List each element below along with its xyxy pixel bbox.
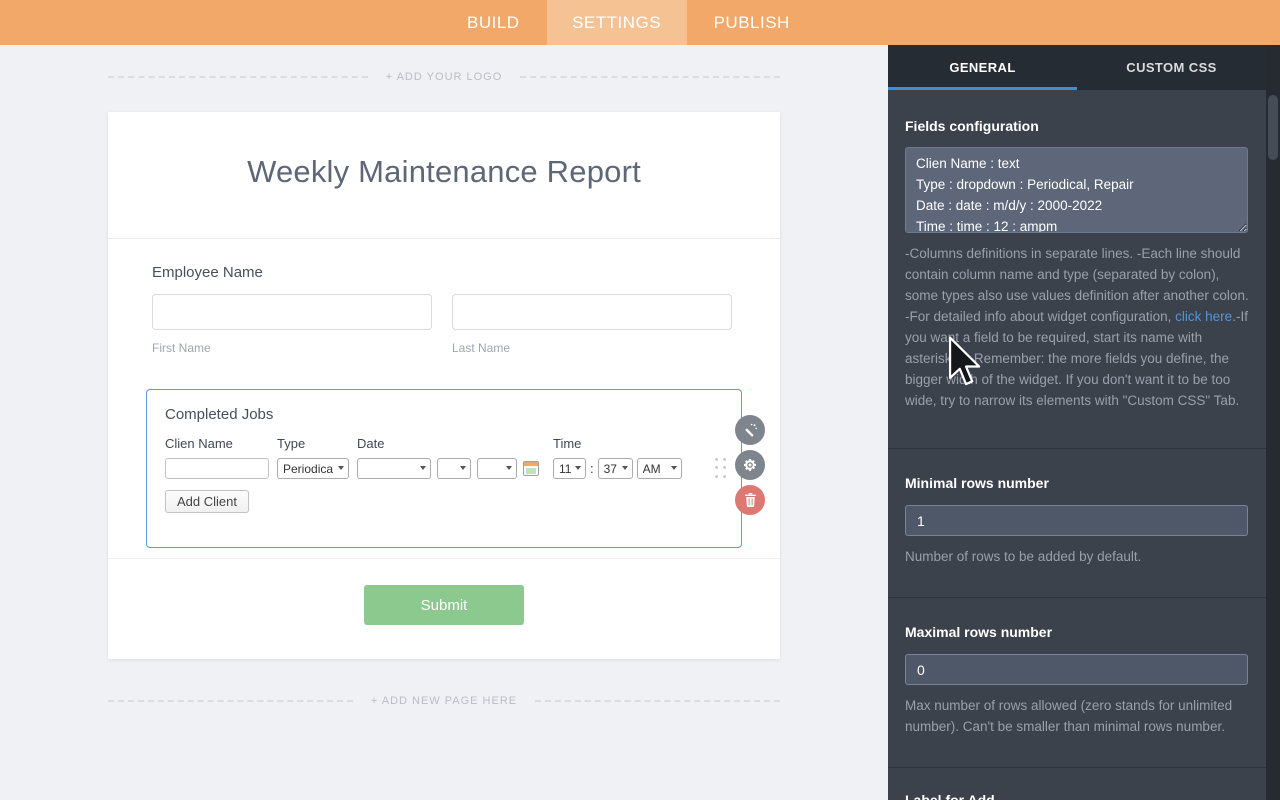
time-hour-select[interactable]: 11 xyxy=(553,458,586,479)
form-builder-app: BUILD SETTINGS PUBLISH + ADD YOUR LOGO W… xyxy=(0,0,1280,800)
last-name-hint: Last Name xyxy=(452,341,732,355)
maximal-rows-section: Maximal rows number Max number of rows a… xyxy=(888,598,1266,768)
minimal-rows-input[interactable] xyxy=(905,505,1248,536)
settings-panel-tabs: GENERAL CUSTOM CSS xyxy=(888,45,1280,90)
panel-scrollbar-track[interactable] xyxy=(1266,45,1280,800)
label-for-add-heading: Label for Add xyxy=(905,792,1249,800)
widget-action-buttons xyxy=(735,415,765,515)
top-tabs: BUILD SETTINGS PUBLISH xyxy=(440,0,817,45)
date-year-select-wrapper xyxy=(477,458,517,479)
fields-configuration-help: -Columns definitions in separate lines. … xyxy=(905,243,1249,411)
form-title[interactable]: Weekly Maintenance Report xyxy=(128,154,760,190)
employee-name-widget[interactable]: Employee Name First Name Last Name xyxy=(108,239,780,389)
date-day-select[interactable] xyxy=(437,458,471,479)
first-name-hint: First Name xyxy=(152,341,432,355)
time-minute-select[interactable]: 37 xyxy=(598,458,633,479)
panel-scrollbar-thumb[interactable] xyxy=(1268,95,1278,160)
last-name-input[interactable] xyxy=(452,294,732,330)
add-logo-zone[interactable]: + ADD YOUR LOGO xyxy=(108,71,780,83)
date-year-select[interactable] xyxy=(477,458,517,479)
completed-jobs-widget[interactable]: Completed Jobs Clien Name Type xyxy=(146,389,742,548)
trash-icon xyxy=(744,493,757,507)
widget-settings-button[interactable] xyxy=(735,450,765,480)
type-select[interactable]: Periodical xyxy=(277,458,349,479)
magic-wand-button[interactable] xyxy=(735,415,765,445)
column-header-time: Time xyxy=(553,436,683,451)
fields-configuration-heading: Fields configuration xyxy=(905,118,1249,134)
add-logo-label[interactable]: + ADD YOUR LOGO xyxy=(368,71,521,83)
calendar-icon[interactable] xyxy=(523,461,539,476)
time-ampm-select-wrapper: AM xyxy=(637,458,682,479)
date-month-select-wrapper xyxy=(357,458,431,479)
tab-custom-css[interactable]: CUSTOM CSS xyxy=(1077,45,1266,90)
tab-general[interactable]: GENERAL xyxy=(888,45,1077,90)
label-for-add-section: Label for Add xyxy=(888,768,1266,800)
click-here-link[interactable]: click here xyxy=(1175,309,1232,324)
minimal-rows-section: Minimal rows number Number of rows to be… xyxy=(888,449,1266,598)
widget-delete-button[interactable] xyxy=(735,485,765,515)
dashed-divider xyxy=(535,700,780,702)
dashed-divider xyxy=(520,76,780,78)
client-name-cell-input[interactable] xyxy=(165,458,269,479)
column-header-date: Date xyxy=(357,436,553,451)
first-name-input[interactable] xyxy=(152,294,432,330)
time-separator: : xyxy=(590,461,594,476)
date-day-select-wrapper xyxy=(437,458,471,479)
settings-panel: GENERAL CUSTOM CSS Fields configuration … xyxy=(888,45,1280,800)
gear-icon xyxy=(742,457,758,473)
employee-name-label: Employee Name xyxy=(152,264,736,281)
tab-build[interactable]: BUILD xyxy=(440,0,547,45)
tab-settings[interactable]: SETTINGS xyxy=(547,0,687,45)
time-ampm-select[interactable]: AM xyxy=(637,458,682,479)
form-title-block[interactable]: Weekly Maintenance Report xyxy=(108,112,780,239)
maximal-rows-input[interactable] xyxy=(905,654,1248,685)
form-page-card: Weekly Maintenance Report Employee Name … xyxy=(108,112,780,659)
time-minute-select-wrapper: 37 xyxy=(598,458,633,479)
add-client-button[interactable]: Add Client xyxy=(165,490,249,513)
fields-configuration-section: Fields configuration -Columns definition… xyxy=(888,90,1266,449)
column-header-type: Type xyxy=(277,436,357,451)
dashed-divider xyxy=(108,700,353,702)
settings-panel-body: Fields configuration -Columns definition… xyxy=(888,90,1266,800)
add-new-page-label[interactable]: + ADD NEW PAGE HERE xyxy=(353,695,535,707)
maximal-rows-help: Max number of rows allowed (zero stands … xyxy=(905,695,1249,737)
time-hour-select-wrapper: 11 xyxy=(553,458,586,479)
maximal-rows-heading: Maximal rows number xyxy=(905,624,1249,640)
submit-block: Submit xyxy=(108,558,780,659)
type-select-wrapper: Periodical xyxy=(277,458,349,479)
active-tab-underline xyxy=(888,87,1077,90)
dashed-divider xyxy=(108,76,368,78)
magic-wand-icon xyxy=(743,423,758,438)
submit-button[interactable]: Submit xyxy=(364,585,524,625)
minimal-rows-help: Number of rows to be added by default. xyxy=(905,546,1249,567)
minimal-rows-heading: Minimal rows number xyxy=(905,475,1249,491)
fields-configuration-textarea[interactable] xyxy=(905,147,1248,233)
tab-publish[interactable]: PUBLISH xyxy=(687,0,817,45)
completed-jobs-label: Completed Jobs xyxy=(165,406,723,423)
top-navigation-bar: BUILD SETTINGS PUBLISH xyxy=(0,0,1280,45)
column-header-client-name: Clien Name xyxy=(165,436,277,451)
widget-drag-handle[interactable] xyxy=(712,455,728,481)
date-month-select[interactable] xyxy=(357,458,431,479)
add-new-page-zone[interactable]: + ADD NEW PAGE HERE xyxy=(108,695,780,707)
